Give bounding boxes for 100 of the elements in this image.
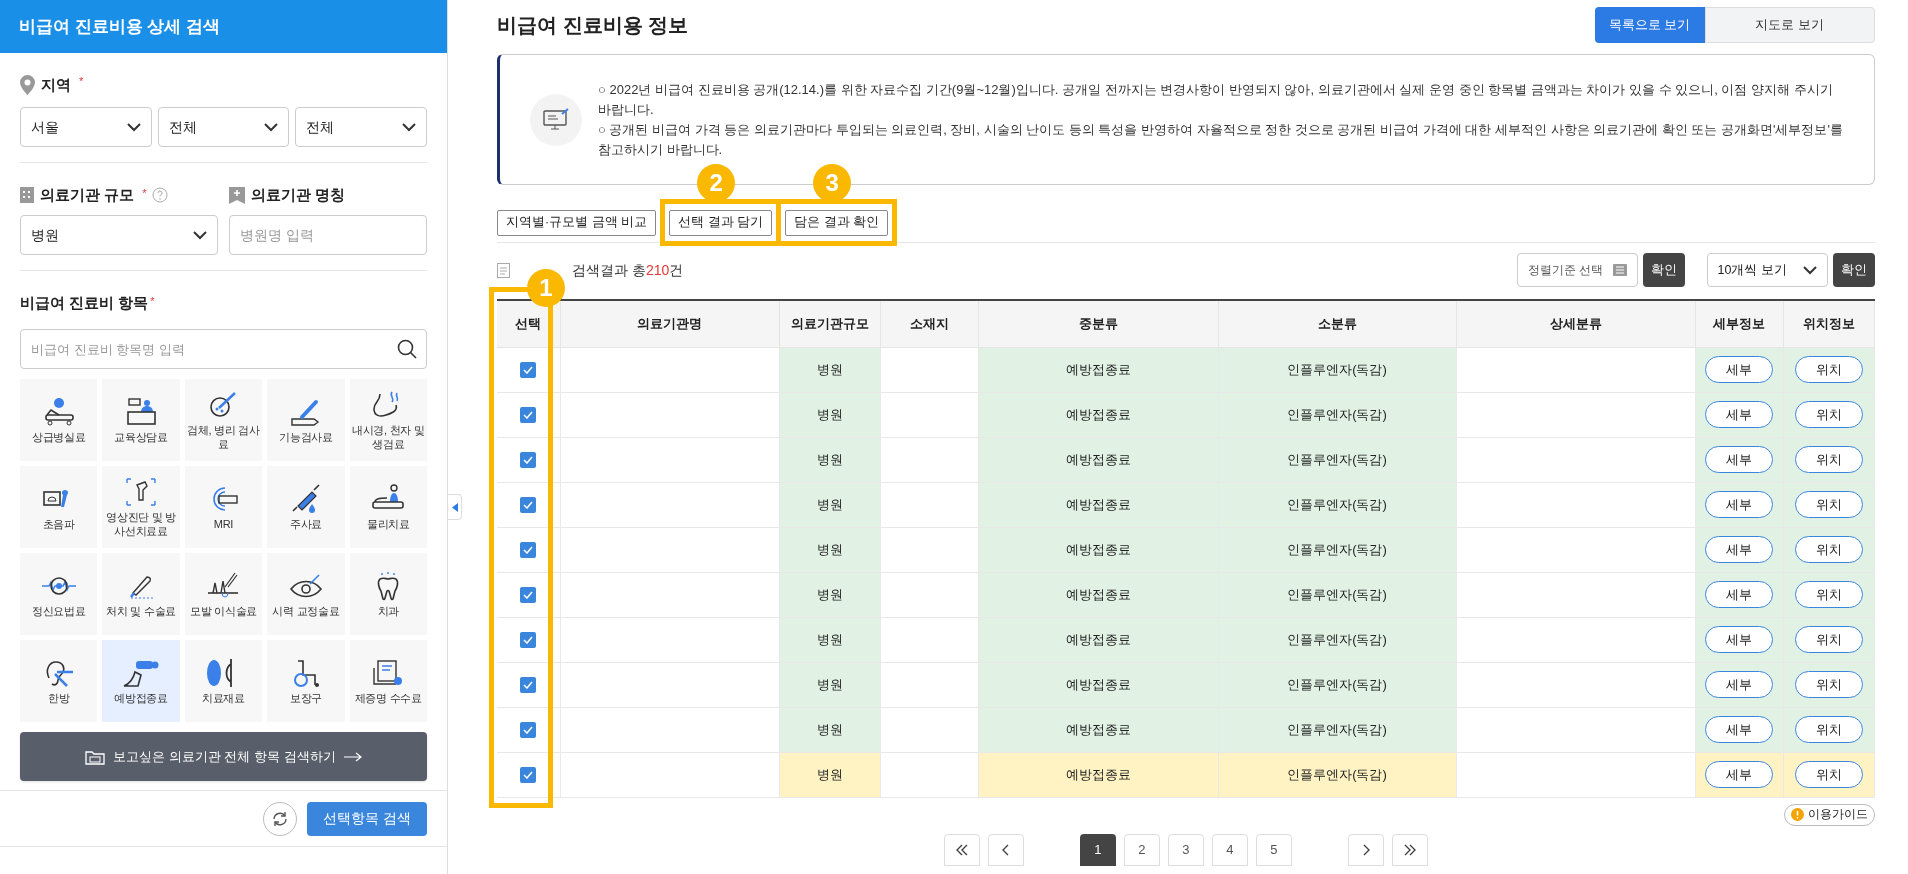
detail-button[interactable]: 세부 (1705, 491, 1773, 518)
table-cell: 예방접종료 (1065, 406, 1131, 422)
detail-button[interactable]: 세부 (1705, 446, 1773, 473)
search-icon[interactable] (397, 339, 417, 359)
detail-button[interactable]: 세부 (1705, 356, 1773, 383)
row-checkbox[interactable] (520, 766, 537, 783)
location-button[interactable]: 위치 (1794, 356, 1863, 383)
location-button[interactable]: 위치 (1794, 761, 1863, 788)
tile-label: 정신요법료 (31, 603, 86, 618)
chevron-down-icon (402, 122, 416, 132)
scale-select[interactable]: 병원 (20, 215, 218, 255)
category-tile[interactable]: 정신요법료 (20, 553, 98, 635)
search-button[interactable]: 선택항목 검색 (307, 801, 427, 836)
row-checkbox[interactable] (520, 676, 537, 693)
category-tile[interactable]: MRI (184, 466, 263, 548)
tile-label: 시력 교정술료 (272, 603, 340, 618)
view-tab[interactable]: 지도로 보기 (1704, 7, 1875, 43)
page-button[interactable]: 3 (1167, 833, 1204, 866)
category-tile[interactable]: 내시경, 천자 및 생검료 (349, 379, 427, 461)
row-checkbox[interactable] (520, 406, 537, 423)
region-select[interactable]: 전체 (295, 107, 427, 147)
column-header: 중분류 (978, 300, 1218, 347)
location-button[interactable]: 위치 (1794, 401, 1863, 428)
page-button[interactable]: 1 (1079, 833, 1116, 866)
category-tile[interactable]: 교육상담료 (102, 379, 180, 461)
location-button[interactable]: 위치 (1794, 716, 1863, 743)
name-input-field[interactable]: 병원명 입력 (229, 215, 427, 255)
category-tile[interactable]: 치과 (349, 553, 427, 635)
category-tile[interactable]: 주사료 (267, 466, 345, 548)
table-cell: 인플루엔자(독감) (1287, 406, 1387, 422)
sort-select[interactable]: 정렬기준 선택 (1516, 253, 1638, 287)
category-tile[interactable]: 검체, 병리 검사료 (184, 379, 263, 461)
region-select[interactable]: 전체 (157, 107, 290, 147)
page-button[interactable]: 5 (1255, 833, 1292, 866)
detail-button[interactable]: 세부 (1705, 761, 1773, 788)
table-cell: 예방접종료 (1065, 586, 1131, 602)
row-checkbox[interactable] (520, 541, 537, 558)
view-tab[interactable]: 목록으로 보기 (1594, 7, 1705, 43)
page-button[interactable]: 2 (1123, 833, 1160, 866)
check-icon (523, 455, 534, 464)
action-button[interactable]: 선택 결과 담기 (669, 209, 773, 236)
detail-button[interactable]: 세부 (1705, 716, 1773, 743)
folder-icon (85, 748, 106, 765)
row-checkbox[interactable] (520, 496, 537, 513)
previous-page-button[interactable] (987, 833, 1024, 866)
confirm-button[interactable]: 확인 (1832, 253, 1875, 287)
all-search-button[interactable]: 보고싶은 의료기관 전체 항목 검색하기 (20, 732, 427, 781)
category-tile[interactable]: 치료재료 (184, 640, 263, 722)
location-button[interactable]: 위치 (1794, 671, 1863, 698)
tile-label: 보장구 (289, 690, 322, 705)
detail-button[interactable]: 세부 (1705, 401, 1773, 428)
tile-label: 처치 및 수술료 (106, 603, 177, 618)
location-button[interactable]: 위치 (1794, 536, 1863, 563)
help-icon[interactable] (152, 187, 169, 203)
category-tile[interactable]: 물리치료 (349, 466, 427, 548)
row-checkbox[interactable] (520, 586, 537, 603)
tile-label: 주사료 (289, 516, 322, 531)
location-button[interactable]: 위치 (1794, 581, 1863, 608)
category-tile[interactable]: 기능검사료 (267, 379, 345, 461)
table-cell: 병원 (779, 662, 880, 707)
category-tile[interactable]: 모발 이식술료 (184, 553, 263, 635)
table-cell: 인플루엔자(독감) (1287, 451, 1387, 467)
location-button[interactable]: 위치 (1794, 626, 1863, 653)
location-button[interactable]: 위치 (1794, 491, 1863, 518)
row-checkbox[interactable] (520, 361, 537, 378)
step-badge: 3 (813, 164, 852, 202)
detail-button[interactable]: 세부 (1705, 581, 1773, 608)
last-page-button[interactable] (1391, 833, 1428, 866)
next-page-button[interactable] (1347, 833, 1384, 866)
category-tile[interactable]: 보장구 (267, 640, 345, 722)
action-button[interactable]: 담은 결과 확인 (785, 209, 888, 236)
first-page-button[interactable] (943, 833, 980, 866)
row-checkbox[interactable] (520, 451, 537, 468)
row-checkbox[interactable] (520, 721, 537, 738)
page-button[interactable]: 4 (1211, 833, 1248, 866)
category-tile[interactable]: 제증명 수수료 (349, 640, 427, 722)
category-tile[interactable]: 초음파 (20, 466, 98, 548)
detail-button[interactable]: 세부 (1705, 626, 1773, 653)
location-button[interactable]: 위치 (1794, 446, 1863, 473)
collapse-handle[interactable] (448, 494, 462, 520)
search-field[interactable]: 비급여 진료비 항목명 입력 (20, 329, 427, 369)
page-size-select[interactable]: 10개씩 보기 (1706, 253, 1828, 287)
category-tile[interactable]: 처치 및 수술료 (102, 553, 180, 635)
tile-label: 예방접종료 (114, 690, 168, 705)
monitor-icon (542, 107, 570, 132)
action-button[interactable]: 지역별·규모별 금액 비교 (497, 209, 657, 236)
category-tile[interactable]: 시력 교정술료 (267, 553, 345, 635)
category-tile[interactable]: 상급병실료 (20, 379, 98, 461)
category-tile[interactable]: 예방접종료 (102, 640, 180, 722)
detail-button[interactable]: 세부 (1705, 536, 1773, 563)
row-checkbox[interactable] (520, 631, 537, 648)
table-cell: 예방접종료 (1065, 766, 1131, 782)
detail-button[interactable]: 세부 (1705, 671, 1773, 698)
category-tile[interactable]: 영상진단 및 방사선치료료 (102, 466, 180, 548)
region-select[interactable]: 서울 (20, 107, 152, 147)
confirm-button[interactable]: 확인 (1642, 253, 1685, 287)
category-tile[interactable]: 한방 (20, 640, 98, 722)
check-icon (523, 410, 534, 419)
table-cell: 예방접종료 (1065, 361, 1131, 377)
refresh-icon (271, 809, 289, 828)
